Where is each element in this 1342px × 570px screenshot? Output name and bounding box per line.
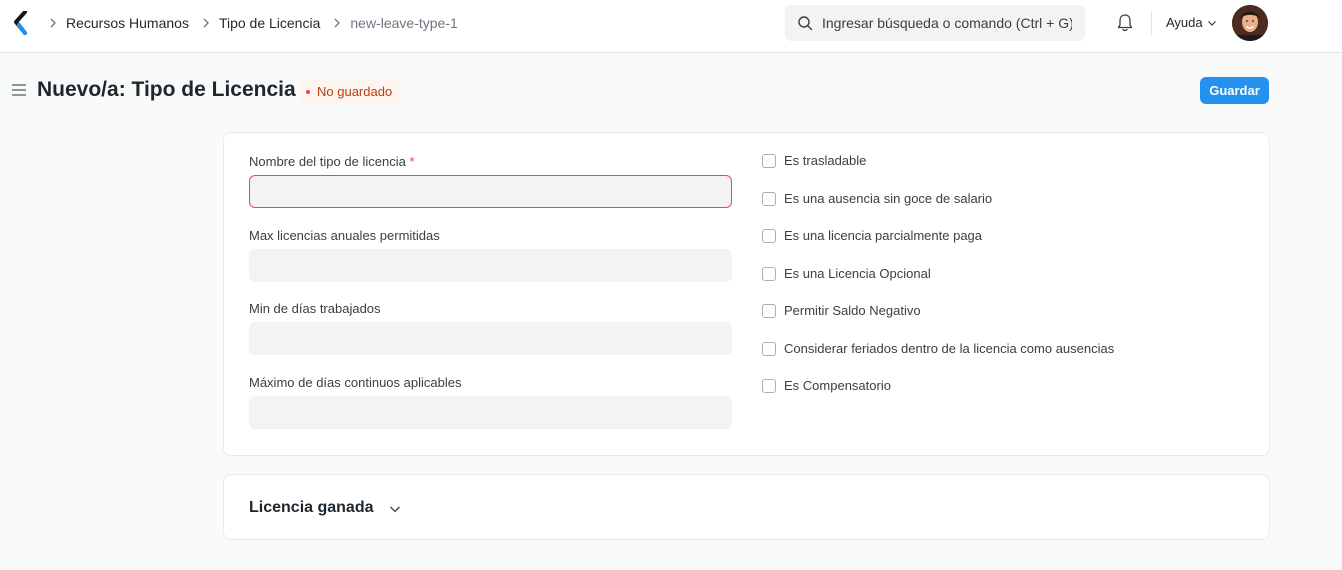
required-asterisk: * xyxy=(409,154,415,169)
status-dot-icon xyxy=(306,89,310,94)
field-label-min-days-worked: Min de días trabajados xyxy=(249,301,381,316)
chevron-right-icon xyxy=(334,18,341,28)
checkbox[interactable] xyxy=(762,266,776,281)
checkbox-allow-negative[interactable]: Permitir Saldo Negativo xyxy=(762,303,921,318)
page-title: Nuevo/a: Tipo de Licencia xyxy=(37,78,296,101)
checkbox-label: Es una licencia parcialmente paga xyxy=(784,228,983,243)
search-icon xyxy=(798,16,813,31)
checkbox[interactable] xyxy=(762,153,776,168)
checkbox[interactable] xyxy=(762,378,776,393)
section-earned-leave[interactable]: Licencia ganada xyxy=(223,474,1270,540)
breadcrumb-current-doc: new-leave-type-1 xyxy=(350,15,458,31)
checkbox[interactable] xyxy=(762,341,776,356)
checkbox[interactable] xyxy=(762,191,776,206)
checkbox-label: Es Compensatorio xyxy=(784,378,891,393)
chevron-down-icon[interactable] xyxy=(388,502,402,516)
checkbox-label: Es una ausencia sin goce de salario xyxy=(784,191,993,206)
checkbox-is-compensatory[interactable]: Es Compensatorio xyxy=(762,378,891,393)
section-title[interactable]: Licencia ganada xyxy=(249,499,374,517)
checkbox-is-carry-forward[interactable]: Es trasladable xyxy=(762,153,866,168)
checkbox-is-ppl[interactable]: Es una licencia parcialmente paga xyxy=(762,228,982,243)
field-label-max-continuous-days: Máximo de días continuos aplicables xyxy=(249,375,462,390)
field-label-leave-type-name: Nombre del tipo de licencia * xyxy=(249,154,415,169)
max-continuous-days-input[interactable] xyxy=(249,396,732,429)
checkbox[interactable] xyxy=(762,303,776,318)
search-input[interactable] xyxy=(822,15,1072,31)
leave-type-name-input[interactable] xyxy=(249,175,732,208)
help-label: Ayuda xyxy=(1166,15,1203,30)
checkbox-label: Es una Licencia Opcional xyxy=(784,266,931,281)
checkbox[interactable] xyxy=(762,228,776,243)
form-card: Nombre del tipo de licencia * Max licenc… xyxy=(223,132,1270,456)
help-dropdown[interactable]: Ayuda xyxy=(1166,15,1217,30)
field-label-max-leaves: Max licencias anuales permitidas xyxy=(249,228,440,243)
app-logo-icon[interactable] xyxy=(13,11,29,35)
user-avatar-icon xyxy=(1232,5,1268,41)
checkbox-label: Es trasladable xyxy=(784,153,867,168)
chevron-right-icon xyxy=(50,18,56,28)
save-button[interactable]: Guardar xyxy=(1200,77,1269,104)
navbar-divider xyxy=(1151,11,1152,35)
status-badge: No guardado xyxy=(298,80,402,103)
status-label: No guardado xyxy=(317,84,393,99)
hamburger-icon[interactable] xyxy=(11,83,27,97)
checkbox-is-lwp[interactable]: Es una ausencia sin goce de salario xyxy=(762,191,992,206)
avatar[interactable] xyxy=(1232,5,1268,41)
min-days-worked-input[interactable] xyxy=(249,322,732,355)
checkbox-is-optional-leave[interactable]: Es una Licencia Opcional xyxy=(762,266,931,281)
max-leaves-input[interactable] xyxy=(249,249,732,282)
checkbox-label: Considerar feriados dentro de la licenci… xyxy=(784,341,1115,356)
breadcrumb-tipo-de-licencia[interactable]: Tipo de Licencia xyxy=(219,15,320,31)
breadcrumb-recursos-humanos[interactable]: Recursos Humanos xyxy=(66,15,189,31)
top-navbar: Recursos Humanos Tipo de Licencia new-le… xyxy=(0,0,1342,53)
chevron-right-icon xyxy=(203,18,209,28)
bell-icon[interactable] xyxy=(1116,13,1134,33)
chevron-down-icon xyxy=(1207,20,1216,26)
checkbox-include-holiday[interactable]: Considerar feriados dentro de la licenci… xyxy=(762,341,1114,356)
field-label-text: Nombre del tipo de licencia xyxy=(249,154,406,169)
search-bar[interactable] xyxy=(785,5,1085,41)
checkbox-label: Permitir Saldo Negativo xyxy=(784,303,921,318)
breadcrumb: Recursos Humanos Tipo de Licencia new-le… xyxy=(46,14,468,32)
